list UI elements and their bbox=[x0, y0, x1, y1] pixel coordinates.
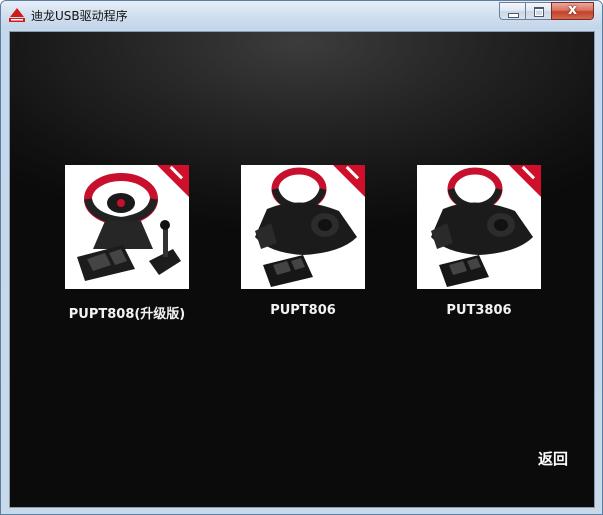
product-pupt808[interactable]: PUPT808(升级版) bbox=[64, 165, 190, 322]
product-pupt806[interactable]: PUPT806 bbox=[240, 165, 366, 318]
product-label: PUT3806 bbox=[446, 303, 512, 318]
product-put3806[interactable]: PUT3806 bbox=[416, 165, 542, 318]
window-title: 迪龙USB驱动程序 bbox=[31, 9, 128, 23]
steering-wheel-with-pedals-image[interactable] bbox=[417, 165, 541, 289]
main-panel: PUPT808(升级版) PUPT806 PUT3806 返回 bbox=[9, 31, 595, 508]
product-label: PUPT808(升级版) bbox=[68, 307, 186, 322]
close-icon: x bbox=[567, 2, 578, 18]
maximize-icon bbox=[534, 7, 544, 17]
product-label: PUPT806 bbox=[270, 303, 336, 318]
title-bar[interactable]: 迪龙USB驱动程序 x bbox=[1, 1, 602, 29]
maximize-button[interactable] bbox=[525, 2, 551, 20]
steering-wheel-with-pedals-image[interactable] bbox=[241, 165, 365, 289]
back-button[interactable]: 返回 bbox=[538, 448, 568, 469]
window-controls: x bbox=[499, 2, 594, 21]
steering-wheel-with-gear-shifter-image[interactable] bbox=[65, 165, 189, 289]
app-window: 迪龙USB驱动程序 x PUPT808(升级版) PUPT806 PUT3806… bbox=[0, 0, 603, 515]
close-button[interactable]: x bbox=[551, 2, 594, 20]
minimize-icon bbox=[508, 13, 519, 18]
minimize-button[interactable] bbox=[499, 2, 525, 20]
app-logo-icon bbox=[8, 7, 26, 23]
